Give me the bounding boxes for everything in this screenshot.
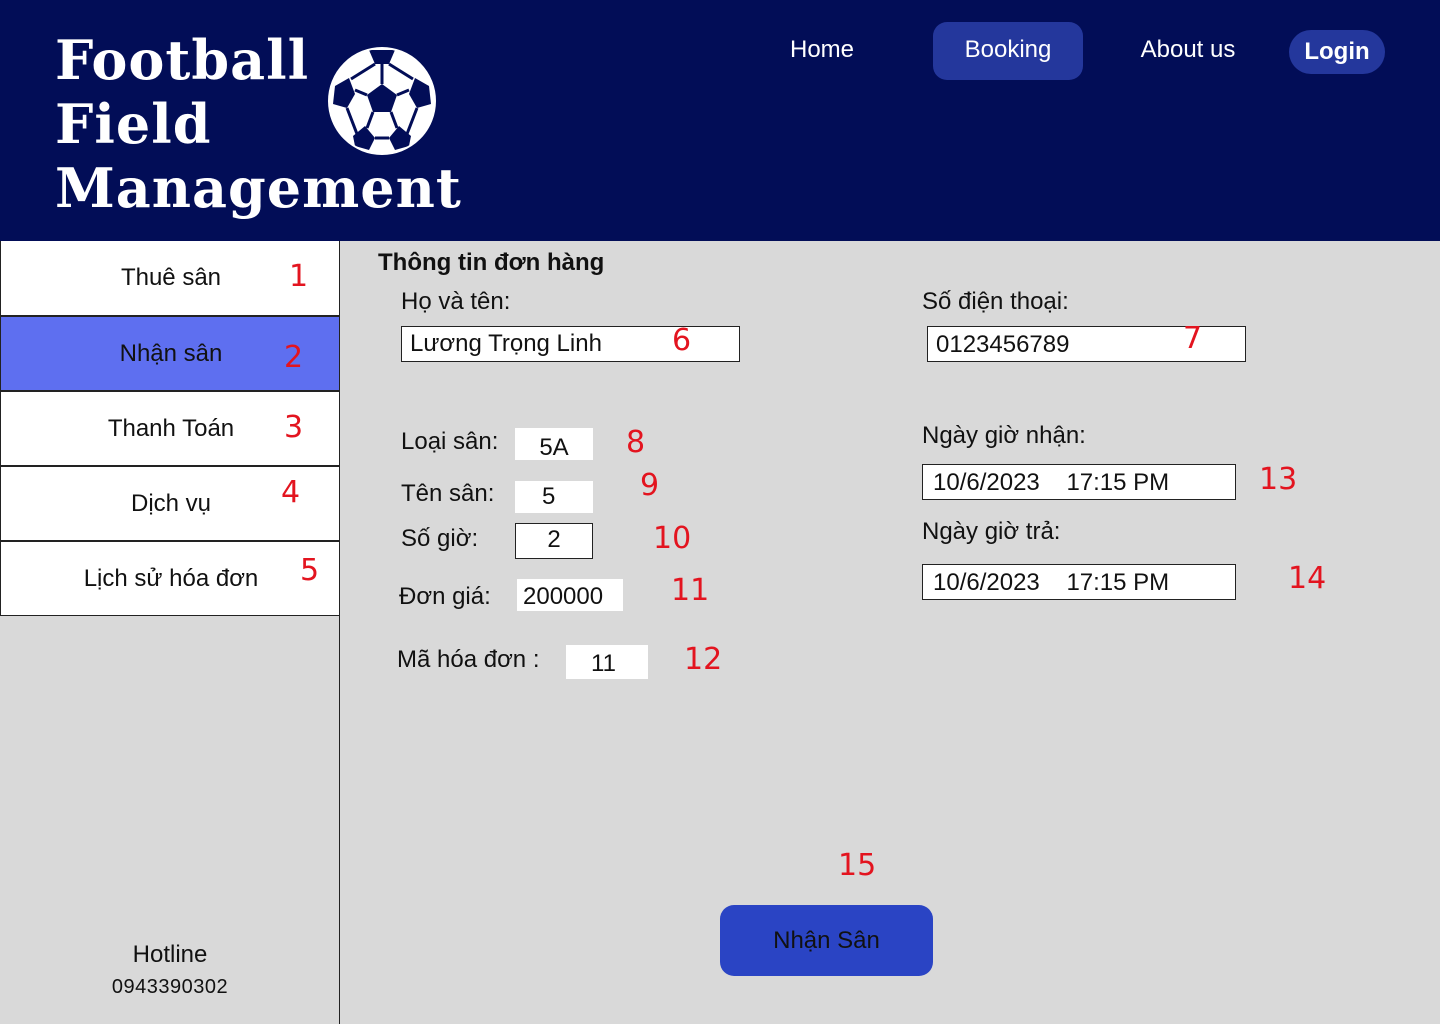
hotline-number: 0943390302: [111, 976, 229, 998]
nhan-san-button[interactable]: Nhận Sân: [720, 905, 933, 976]
login-button[interactable]: Login: [1289, 30, 1385, 74]
annotation-number: 11: [671, 573, 710, 608]
hours-field[interactable]: 2: [515, 523, 593, 559]
invoice-label: Mã hóa đơn :: [397, 646, 540, 673]
annotation-number: 12: [684, 642, 723, 677]
sidebar: Thuê sân 1 Nhận sân 2 Thanh Toán 3 Dịch …: [0, 241, 340, 1024]
sidebar-item-thanh-toan[interactable]: Thanh Toán 3: [0, 391, 340, 466]
nav-about-us[interactable]: About us: [1122, 22, 1254, 80]
sidebar-item-lich-su-hoa-don[interactable]: Lịch sử hóa đơn 5: [0, 541, 340, 616]
sidebar-item-nhan-san[interactable]: Nhận sân 2: [0, 316, 340, 391]
field-type-value[interactable]: 5A: [515, 428, 593, 461]
field-type-label: Loại sân:: [401, 428, 499, 455]
annotation-number: 3: [284, 410, 304, 445]
annotation-number: 13: [1259, 462, 1298, 497]
header: Football Field Management Home Booking A…: [0, 0, 1440, 241]
annotation-number: 9: [640, 468, 660, 503]
annotation-number: 2: [284, 340, 304, 375]
annotation-number: 1: [289, 259, 309, 294]
name-label: Họ và tên:: [401, 288, 511, 315]
annotation-number: 14: [1288, 561, 1327, 596]
field-name-label: Tên sân:: [401, 480, 495, 507]
hours-label: Số giờ:: [401, 525, 479, 552]
annotation-number: 15: [838, 848, 877, 883]
nav-booking[interactable]: Booking: [933, 22, 1083, 80]
section-title: Thông tin đơn hàng: [378, 249, 605, 276]
sidebar-item-label: Lịch sử hóa đơn: [83, 565, 259, 592]
annotation-number: 4: [281, 475, 301, 510]
annotation-number: 7: [1183, 321, 1203, 356]
hotline-label: Hotline: [132, 941, 208, 968]
brand-line-3: Management: [55, 156, 462, 220]
pickup-time-label: Ngày giờ nhận:: [922, 422, 1086, 449]
field-name-value[interactable]: 5: [515, 481, 593, 513]
price-value[interactable]: 200000: [517, 579, 623, 611]
annotation-number: 8: [626, 425, 646, 460]
invoice-value[interactable]: 11: [566, 645, 648, 679]
annotation-number: 10: [653, 521, 692, 556]
pickup-time-field[interactable]: 10/6/2023 17:15 PM: [922, 464, 1236, 500]
nav-home[interactable]: Home: [770, 22, 874, 80]
annotation-number: 6: [672, 323, 692, 358]
price-label: Đơn giá:: [399, 583, 491, 610]
sidebar-item-dich-vu[interactable]: Dịch vụ 4: [0, 466, 340, 541]
annotation-number: 5: [300, 553, 320, 588]
return-time-field[interactable]: 10/6/2023 17:15 PM: [922, 564, 1236, 600]
return-time-label: Ngày giờ trả:: [922, 518, 1061, 545]
phone-label: Số điện thoại:: [922, 288, 1069, 315]
sidebar-item-thue-san[interactable]: Thuê sân 1: [0, 241, 340, 316]
soccer-ball-icon: [328, 47, 436, 155]
